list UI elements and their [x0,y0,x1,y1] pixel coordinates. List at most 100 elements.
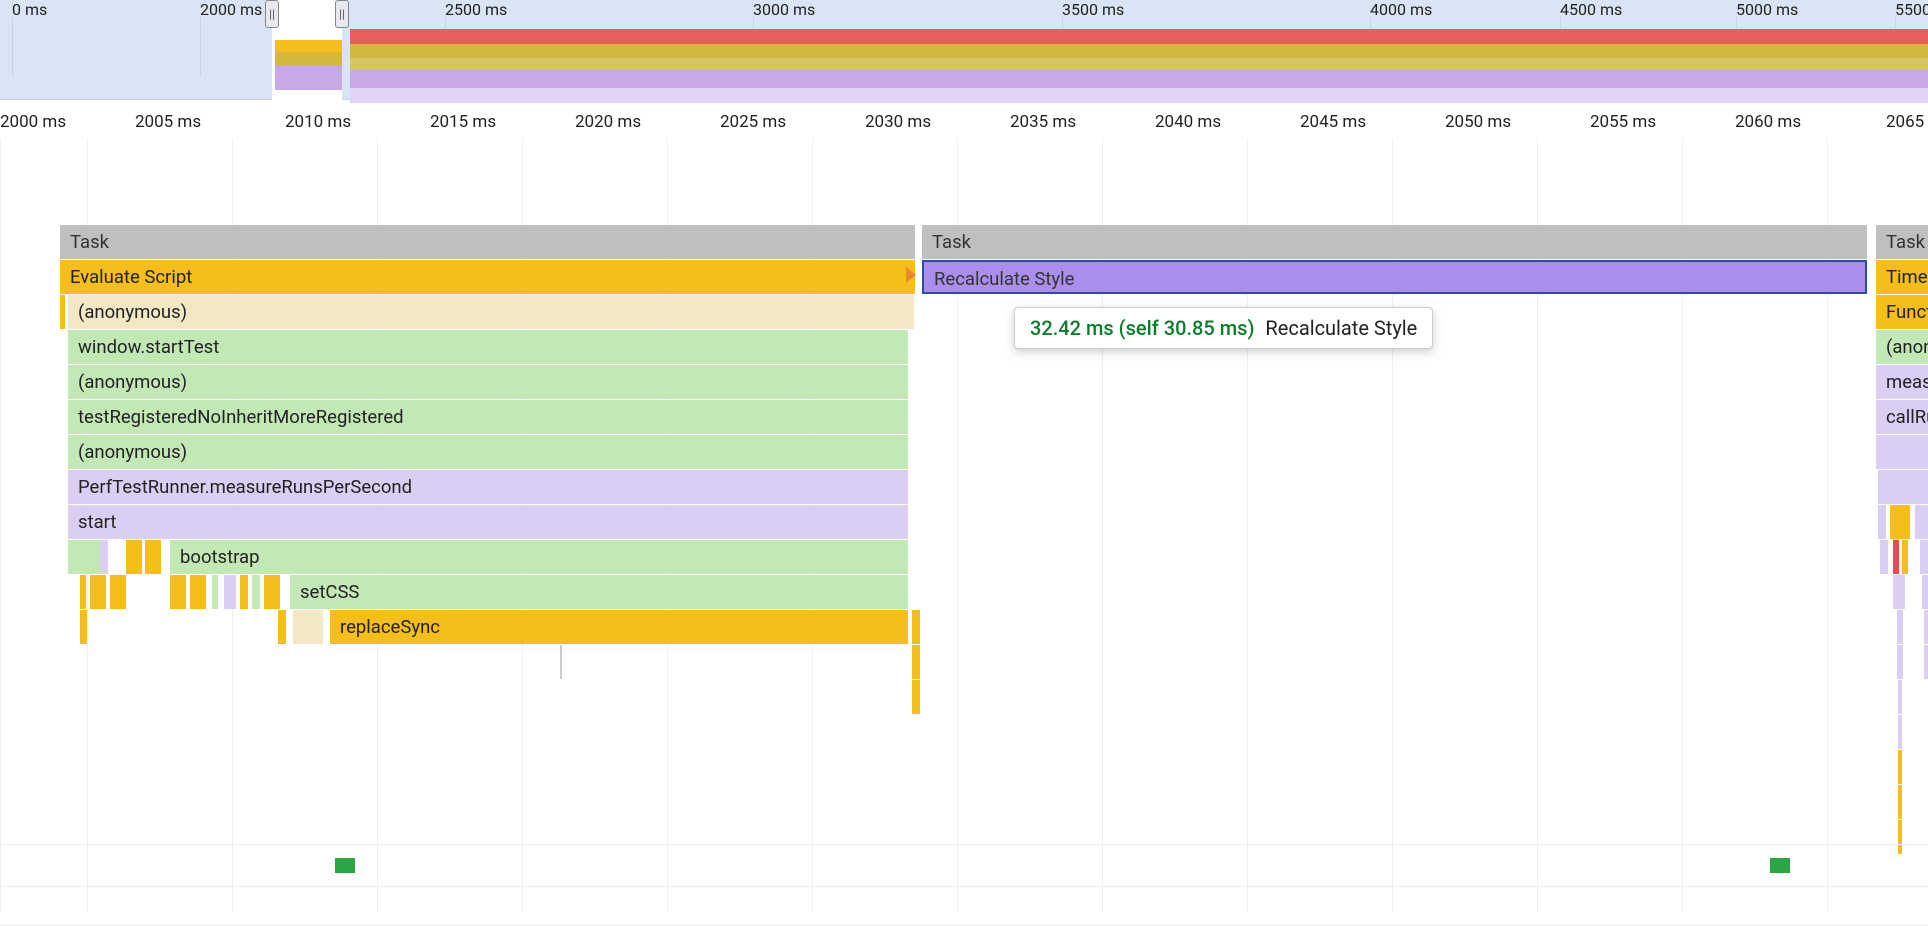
flame-sliver[interactable] [224,575,236,609]
ruler-tick: 2025 ms [720,112,786,132]
flame-starttest[interactable]: window.startTest [68,330,908,364]
flame-sliver[interactable] [145,540,161,574]
selection-arrow-icon [906,267,916,283]
flame-sliver[interactable] [560,645,562,679]
flame-tooltip: 32.42 ms (self 30.85 ms) Recalculate Sty… [1014,307,1433,349]
flame-sliver[interactable] [1924,610,1928,644]
flame-sliver[interactable] [1898,750,1902,784]
tooltip-time: 32.42 ms (self 30.85 ms) [1030,316,1254,340]
ruler-tick: 2035 ms [1010,112,1076,132]
flame-function[interactable]: Functic [1876,295,1928,329]
flame-sliver[interactable] [293,610,323,644]
flame-task[interactable]: Task [1876,225,1928,259]
flame-sliver[interactable] [1924,645,1928,679]
flame-sliver[interactable] [1898,820,1902,854]
ruler-tick: 2050 ms [1445,112,1511,132]
flame-measure[interactable]: measu [1876,365,1928,399]
flame-sliver[interactable] [1898,680,1902,714]
flame-replacesync[interactable]: replaceSync [330,610,908,644]
flame-sliver[interactable] [80,610,87,644]
flame-evaluate-script[interactable]: Evaluate Script [60,260,915,294]
overview-tick: 2500 ms [445,0,507,19]
flame-sliver[interactable] [80,575,86,609]
track-divider [0,844,1928,845]
flame-sliver[interactable] [1897,610,1903,644]
timeline-marker[interactable] [1770,858,1790,873]
gridline [0,112,1,912]
flame-sliver[interactable] [1893,540,1899,574]
flame-sliver[interactable] [60,295,65,329]
flame-recalculate-style-selected[interactable]: Recalculate Style [922,260,1867,294]
flame-task[interactable]: Task [922,225,1867,259]
overview-stripe-rendering-light [350,88,1928,103]
overview-tick: 3000 ms [753,0,815,19]
flame-sliver[interactable] [1922,575,1928,609]
flame-anonymous[interactable]: (anony [1876,330,1928,364]
overview-tick: 3500 ms [1062,0,1124,19]
flame-sliver[interactable] [170,575,186,609]
overview-tick: 5500 ms [1895,0,1928,19]
flame-sliver[interactable] [240,575,248,609]
flame-sliver[interactable] [1878,505,1886,539]
flame-sliver[interactable] [278,610,286,644]
flame-start[interactable]: start [68,505,908,539]
ruler-tick: 2040 ms [1155,112,1221,132]
flame-sliver[interactable] [68,540,100,574]
overview-stripe-scripting [350,58,1928,70]
overview-tick: 4000 ms [1370,0,1432,19]
flame-anonymous[interactable]: (anonymous) [68,295,914,329]
flame-sliver[interactable] [912,645,920,679]
overview-tick: 2000 ms [200,0,262,19]
flame-sliver[interactable] [912,680,920,714]
flame-sliver[interactable] [252,575,260,609]
flame-sliver[interactable] [126,540,142,574]
flame-sliver[interactable] [1915,505,1928,539]
flame-sliver[interactable] [90,575,106,609]
flame-sliver[interactable] [190,575,206,609]
overview-stripe-scripting [350,44,1928,58]
flame-sliver[interactable] [264,575,280,609]
flame-sliver[interactable] [1890,505,1910,539]
overview-stripe-rendering [350,70,1928,88]
timeline-marker[interactable] [335,858,355,873]
flame-sliver[interactable] [1920,540,1928,574]
flame-sliver[interactable] [1876,435,1928,469]
ruler-tick: 2065 ms [1886,112,1928,132]
ruler-tick: 2000 ms [0,112,66,132]
viewport-handle-left[interactable]: || [265,0,279,28]
flame-test-registered[interactable]: testRegisteredNoInheritMoreRegistered [68,400,908,434]
overview-viewport-window[interactable]: || || [272,0,342,100]
ruler-tick: 2015 ms [430,112,496,132]
flame-sliver[interactable] [110,575,126,609]
flame-sliver[interactable] [1897,645,1903,679]
overview-tick: 4500 ms [1560,0,1622,19]
ruler-tick: 2060 ms [1735,112,1801,132]
flame-anonymous[interactable]: (anonymous) [68,435,908,469]
ruler-tick: 2055 ms [1590,112,1656,132]
flame-sliver[interactable] [1898,785,1902,819]
flame-setcss[interactable]: setCSS [290,575,908,609]
flame-task[interactable]: Task [60,225,915,259]
flame-sliver[interactable] [1878,470,1928,504]
flame-sliver[interactable] [1880,540,1888,574]
viewport-handle-right[interactable]: || [335,0,349,28]
overview-minimap[interactable]: 0 ms 2000 ms 2500 ms 3000 ms 3500 ms 400… [0,0,1928,100]
flame-sliver[interactable] [100,540,108,574]
overview-tick: 0 ms [12,0,47,19]
flame-bootstrap[interactable]: bootstrap [170,540,908,574]
tooltip-name: Recalculate Style [1265,316,1417,340]
ruler-tick: 2045 ms [1300,112,1366,132]
timeline-ruler: 2000 ms 2005 ms 2010 ms 2015 ms 2020 ms … [0,112,1928,138]
flame-timer[interactable]: Timer F [1876,260,1928,294]
flame-perftestrunner[interactable]: PerfTestRunner.measureRunsPerSecond [68,470,908,504]
flame-sliver[interactable] [1893,575,1905,609]
flame-anonymous[interactable]: (anonymous) [68,365,908,399]
overview-tick: 5000 ms [1736,0,1798,19]
flame-callrun[interactable]: callRu [1876,400,1928,434]
flame-sliver[interactable] [1898,715,1902,749]
flame-sliver[interactable] [212,575,218,609]
flame-sliver[interactable] [1902,540,1908,574]
overview-activity-stripes [350,29,1928,75]
ruler-tick: 2005 ms [135,112,201,132]
flame-sliver[interactable] [912,610,920,644]
